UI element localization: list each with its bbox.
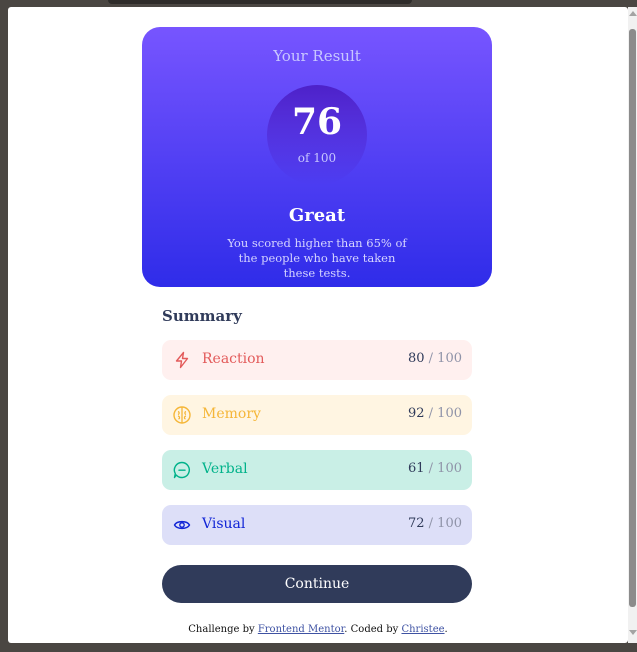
summary-item-score: 80 / 100	[407, 351, 462, 366]
browser-top-edge	[108, 0, 412, 4]
score-of-label: of 100	[297, 151, 337, 165]
summary-item-score: 72 / 100	[407, 516, 462, 531]
summary-item-memory: Memory 92 / 100	[162, 395, 472, 435]
vertical-scrollbar[interactable]	[628, 7, 637, 643]
summary-item-visual: Visual 72 / 100	[162, 505, 472, 545]
result-description: You scored higher than 65% of the people…	[227, 236, 407, 280]
scroll-up-arrow-icon[interactable]	[629, 11, 637, 16]
result-card: Your Result 76 of 100 Great You scored h…	[142, 27, 492, 287]
result-title: Your Result	[273, 47, 361, 65]
summary-item-label: Memory	[202, 406, 261, 422]
summary-item-label: Visual	[202, 516, 246, 532]
author-link[interactable]: Christee	[401, 624, 444, 635]
summary-title: Summary	[162, 307, 242, 325]
lightning-icon	[172, 350, 192, 370]
brain-icon	[172, 405, 192, 425]
attribution: Challenge by Frontend Mentor. Coded by C…	[188, 624, 448, 635]
summary-item-score: 92 / 100	[407, 406, 462, 421]
eye-icon	[172, 515, 192, 535]
summary-item-verbal: Verbal 61 / 100	[162, 450, 472, 490]
summary-item-label: Reaction	[202, 351, 265, 367]
page-window: Your Result 76 of 100 Great You scored h…	[8, 7, 628, 643]
scrollbar-thumb[interactable]	[629, 29, 636, 607]
chat-icon	[172, 460, 192, 480]
score-value: 76	[291, 101, 343, 143]
summary-list: Reaction 80 / 100 Memory 92 / 100 Verbal…	[162, 340, 472, 560]
scroll-down-arrow-icon[interactable]	[629, 630, 637, 635]
summary-item-label: Verbal	[202, 461, 248, 477]
score-circle: 76 of 100	[267, 85, 367, 185]
continue-button[interactable]: Continue	[162, 565, 472, 603]
result-verdict: Great	[288, 205, 346, 226]
summary-item-reaction: Reaction 80 / 100	[162, 340, 472, 380]
summary-item-score: 61 / 100	[407, 461, 462, 476]
frontend-mentor-link[interactable]: Frontend Mentor	[258, 624, 344, 635]
